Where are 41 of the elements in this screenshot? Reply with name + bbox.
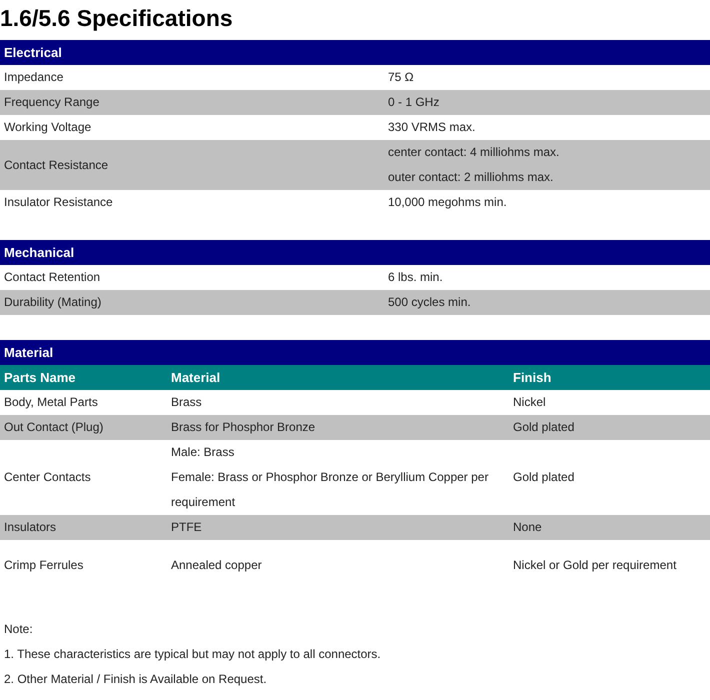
table-cell: Contact Resistance [4,158,108,172]
table-cell: Body, Metal Parts [4,395,98,409]
table-cell: PTFE [171,520,202,534]
table-cell: 0 - 1 GHz [388,95,440,109]
column-header: Finish [513,370,552,385]
column-header: Material [171,370,220,385]
column-header: Parts Name [4,370,76,385]
table-cell: Brass for Phosphor Bronze [171,420,316,434]
table-cell: Insulator Resistance [4,195,113,209]
note-text: 1. These characteristics are typical but may not apply to all connectors. [4,647,381,661]
note-text: 2. Other Material / Finish is Available on Request. [4,672,267,686]
table-cell: 500 cycles min. [388,295,471,309]
table-cell: Out Contact (Plug) [4,420,104,434]
page-title: 1.6/5.6 Specifications [0,4,233,33]
table-cell: Brass [171,395,202,409]
table-cell: Male: Brass [171,445,234,459]
table-cell: Gold plated [513,470,574,484]
table-cell: center contact: 4 milliohms max. [388,145,560,159]
table-cell: Insulators [4,520,56,534]
table-cell: 330 VRMS max. [388,120,476,134]
table-cell: Female: Brass or Phosphor Bronze or Beryllium Copper per requirement [171,470,488,509]
table-cell: outer contact: 2 milliohms max. [388,170,554,184]
table-cell: Frequency Range [4,95,100,109]
table-cell: Impedance [4,70,64,84]
table-cell: Durability (Mating) [4,295,102,309]
table-cell: Nickel [513,395,546,409]
section-header: Material [0,340,710,365]
section-header: Electrical [0,40,710,65]
section-header: Mechanical [0,240,710,265]
table-cell: Crimp Ferrules [4,558,84,572]
table-cell: None [513,520,542,534]
table-cell: Gold plated [513,420,574,434]
table-cell: Center Contacts [4,470,91,484]
table-cell: 6 lbs. min. [388,270,443,284]
table-cell: 75 Ω [388,70,414,84]
table-cell: 10,000 megohms min. [388,195,507,209]
table-cell: Contact Retention [4,270,100,284]
table-cell: Annealed copper [171,558,262,572]
note-text: Note: [4,622,33,636]
table-cell: Working Voltage [4,120,92,134]
table-cell: Nickel or Gold per requirement [513,558,676,572]
